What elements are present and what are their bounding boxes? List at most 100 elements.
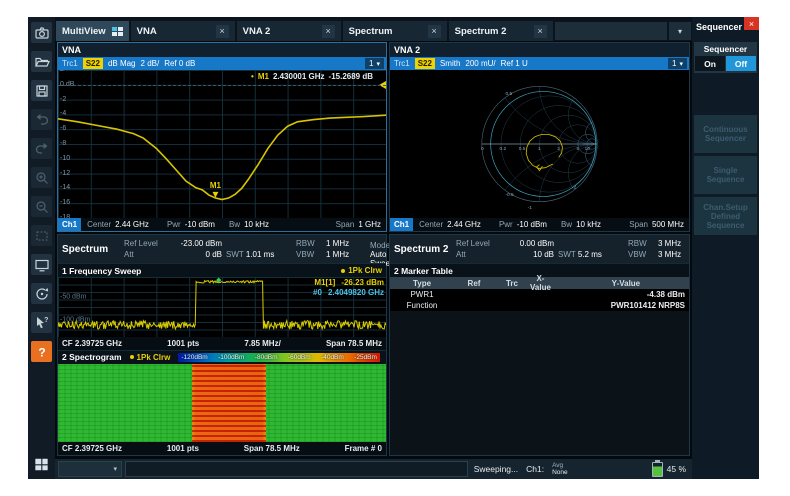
close-icon[interactable]: × — [322, 25, 335, 38]
marker-bullet-icon: • — [251, 72, 254, 81]
close-icon[interactable]: × — [534, 25, 547, 38]
status-dropdown[interactable]: ▾ — [58, 461, 122, 477]
sweep-status-group: Sweeping... Ch1: Avg None — [474, 462, 568, 476]
save-button[interactable] — [31, 80, 52, 101]
selection-rect-icon — [34, 228, 50, 244]
svg-text:-0.5: -0.5 — [505, 192, 514, 198]
close-panel-button[interactable]: × — [744, 17, 759, 30]
spectrum2-settings-grid: Ref Level 0.00 dBm RBW 3 MHz Att 10 dB S… — [456, 238, 726, 260]
zoom-button[interactable] — [31, 167, 52, 188]
svg-text:?: ? — [44, 317, 48, 324]
touch-gesture-button[interactable] — [31, 283, 52, 304]
trace-name: Trc1 — [392, 59, 410, 68]
window-vna[interactable]: VNA Trc1 S22 dB Mag 2 dB/ Ref 0 dB 1 ▾ 2… — [57, 42, 387, 232]
y-axis-label: -6 — [60, 125, 66, 132]
display-icon — [34, 257, 50, 273]
channel-indicator: Ch1: — [526, 464, 544, 474]
tab-spectrum[interactable]: Spectrum × — [343, 21, 447, 41]
window-vna2[interactable]: VNA 2 Trc1 S22 Smith 200 mU/ Ref 1 U 1 ▾ — [389, 42, 690, 232]
tab-bar: MultiView VNA × VNA 2 × Spectrum × Spect… — [55, 17, 692, 41]
left-toolbar: ? ? — [28, 17, 55, 479]
status-bar: ▾ Sweeping... Ch1: Avg None 45 % — [55, 457, 692, 479]
y-axis-label: -4 — [60, 111, 66, 118]
main-area: MultiView VNA × VNA 2 × Spectrum × Spect… — [55, 17, 692, 479]
colorbar-label: -120dBm — [181, 354, 207, 361]
spectrum-title: Spectrum — [62, 244, 118, 255]
chan-setup-defined-sequence-softkey[interactable]: Chan.Setup Defined Sequence — [694, 197, 757, 235]
close-icon[interactable]: × — [216, 25, 229, 38]
y-axis-label: 2 — [60, 70, 64, 73]
sequencer-onoff-toggle: On Off — [694, 56, 757, 73]
display-setup-button[interactable] — [31, 254, 52, 275]
multiview-grid-icon — [112, 27, 123, 36]
continuous-sequencer-softkey[interactable]: Continuous Sequencer — [694, 115, 757, 153]
screenshot-button[interactable] — [31, 22, 52, 43]
close-icon[interactable]: × — [428, 25, 441, 38]
vna-trace-settings-bar[interactable]: Trc1 S22 dB Mag 2 dB/ Ref 0 dB 1 ▾ — [58, 57, 386, 70]
s-parameter-chip: S22 — [415, 58, 435, 69]
s-parameter-chip: S22 — [83, 58, 103, 69]
channel-chip: Ch1 — [390, 218, 413, 231]
frequency-sweep-footer: CF 2.39725 GHz 1001 pts 7.85 MHz/ Span 7… — [58, 337, 386, 350]
save-icon — [34, 83, 50, 99]
vna2-trace-settings-bar[interactable]: Trc1 S22 Smith 200 mU/ Ref 1 U 1 ▾ — [390, 57, 689, 70]
svg-text:0.2: 0.2 — [500, 146, 507, 152]
tab-multiview[interactable]: MultiView — [56, 21, 129, 41]
tab-overflow-caret-icon[interactable]: ▾ — [669, 22, 691, 40]
svg-text:?: ? — [38, 345, 45, 359]
trace-format: Smith — [440, 59, 460, 68]
vna-channel-footer[interactable]: Ch1 Center2.44 GHz Pwr-10 dBm Bw10 kHz S… — [58, 218, 386, 231]
channel-chip: Ch1 — [58, 218, 81, 231]
marker-table-row[interactable]: Function PWR101412 NRP8S — [390, 300, 689, 311]
selection-button[interactable] — [31, 225, 52, 246]
window-spectrum[interactable]: Spectrum Ref Level -23.00 dBm RBW 1 MHz … — [57, 234, 387, 456]
chevron-down-icon: ▾ — [113, 465, 117, 473]
sequencer-off-button[interactable]: Off — [726, 56, 756, 71]
spectrum-marker-readout: M1[1]-26.23 dBm #02.4049820 GHz — [313, 278, 384, 298]
pointer-help-icon: ? — [34, 315, 50, 331]
delta-marker-diamond-icon: ◆ — [216, 277, 221, 284]
open-file-button[interactable] — [31, 51, 52, 72]
svg-text:1: 1 — [538, 146, 541, 152]
windows-start-button[interactable] — [31, 454, 52, 475]
vna2-channel-footer[interactable]: Ch1 Center2.44 GHz Pwr-10 dBm Bw10 kHz S… — [390, 218, 689, 231]
tab-spectrum2[interactable]: Spectrum 2 × — [449, 21, 553, 41]
frequency-sweep-plot[interactable]: -50 dBm-100 dBm ◆ M1[1]-26.23 dBm #02.40… — [58, 277, 386, 337]
zoom-off-button[interactable] — [31, 196, 52, 217]
single-sequence-softkey[interactable]: Single Sequence — [694, 156, 757, 194]
svg-text:10: 10 — [585, 146, 591, 152]
trace-scale: 200 mU/ — [465, 59, 495, 68]
window-select-dropdown[interactable]: 1 ▾ — [668, 58, 687, 69]
window-select-dropdown[interactable]: 1 ▾ — [365, 58, 384, 69]
undo-button[interactable] — [31, 109, 52, 130]
sweep-status: Sweeping... — [474, 464, 518, 474]
redo-button[interactable] — [31, 138, 52, 159]
y-axis-label: -8 — [60, 140, 66, 147]
average-indicator: Avg None — [552, 462, 568, 476]
trace-ref: Ref 1 U — [501, 59, 528, 68]
sequencer-on-button[interactable]: On — [695, 56, 725, 71]
spectrum2-settings-header[interactable]: Spectrum 2 Ref Level 0.00 dBm RBW 3 MHz … — [390, 235, 689, 263]
spectrum2-empty-area — [390, 311, 689, 455]
tab-vna[interactable]: VNA × — [131, 21, 235, 41]
zoom-magnifier-icon — [34, 170, 50, 186]
trace-color-dot-icon — [130, 355, 134, 359]
close-icon: × — [749, 19, 754, 29]
svg-text:-2: -2 — [572, 184, 577, 190]
help-button[interactable]: ? — [31, 341, 52, 362]
tab-vna2[interactable]: VNA 2 × — [237, 21, 341, 41]
smith-chart-plot[interactable]: 00.20.5125100.5-0.5-1-2 — [390, 70, 689, 218]
spectrum-settings-header[interactable]: Spectrum Ref Level -23.00 dBm RBW 1 MHz … — [58, 235, 386, 263]
colorbar-label: -80dBm — [255, 354, 278, 361]
marker-table-row[interactable]: PWR1 -4.38 dBm — [390, 289, 689, 300]
status-message-field[interactable] — [125, 461, 468, 477]
trace-scale: 2 dB/ — [141, 59, 160, 68]
vna-trace-plot[interactable]: 20 dB-2-4-6-8-10-12-14-16-18 • M1 2.4300… — [58, 70, 386, 218]
spectrogram-plot[interactable] — [58, 364, 386, 442]
tab-label: Spectrum 2 — [455, 26, 507, 37]
ref-level-arrow-icon — [379, 81, 386, 89]
y-axis-label: -14 — [60, 185, 70, 192]
window-spectrum2[interactable]: Spectrum 2 Ref Level 0.00 dBm RBW 3 MHz … — [389, 234, 690, 456]
marker-table[interactable]: Type Ref Trc X-Value Y-Value PWR1 -4.38 … — [390, 277, 689, 311]
context-help-button[interactable]: ? — [31, 312, 52, 333]
